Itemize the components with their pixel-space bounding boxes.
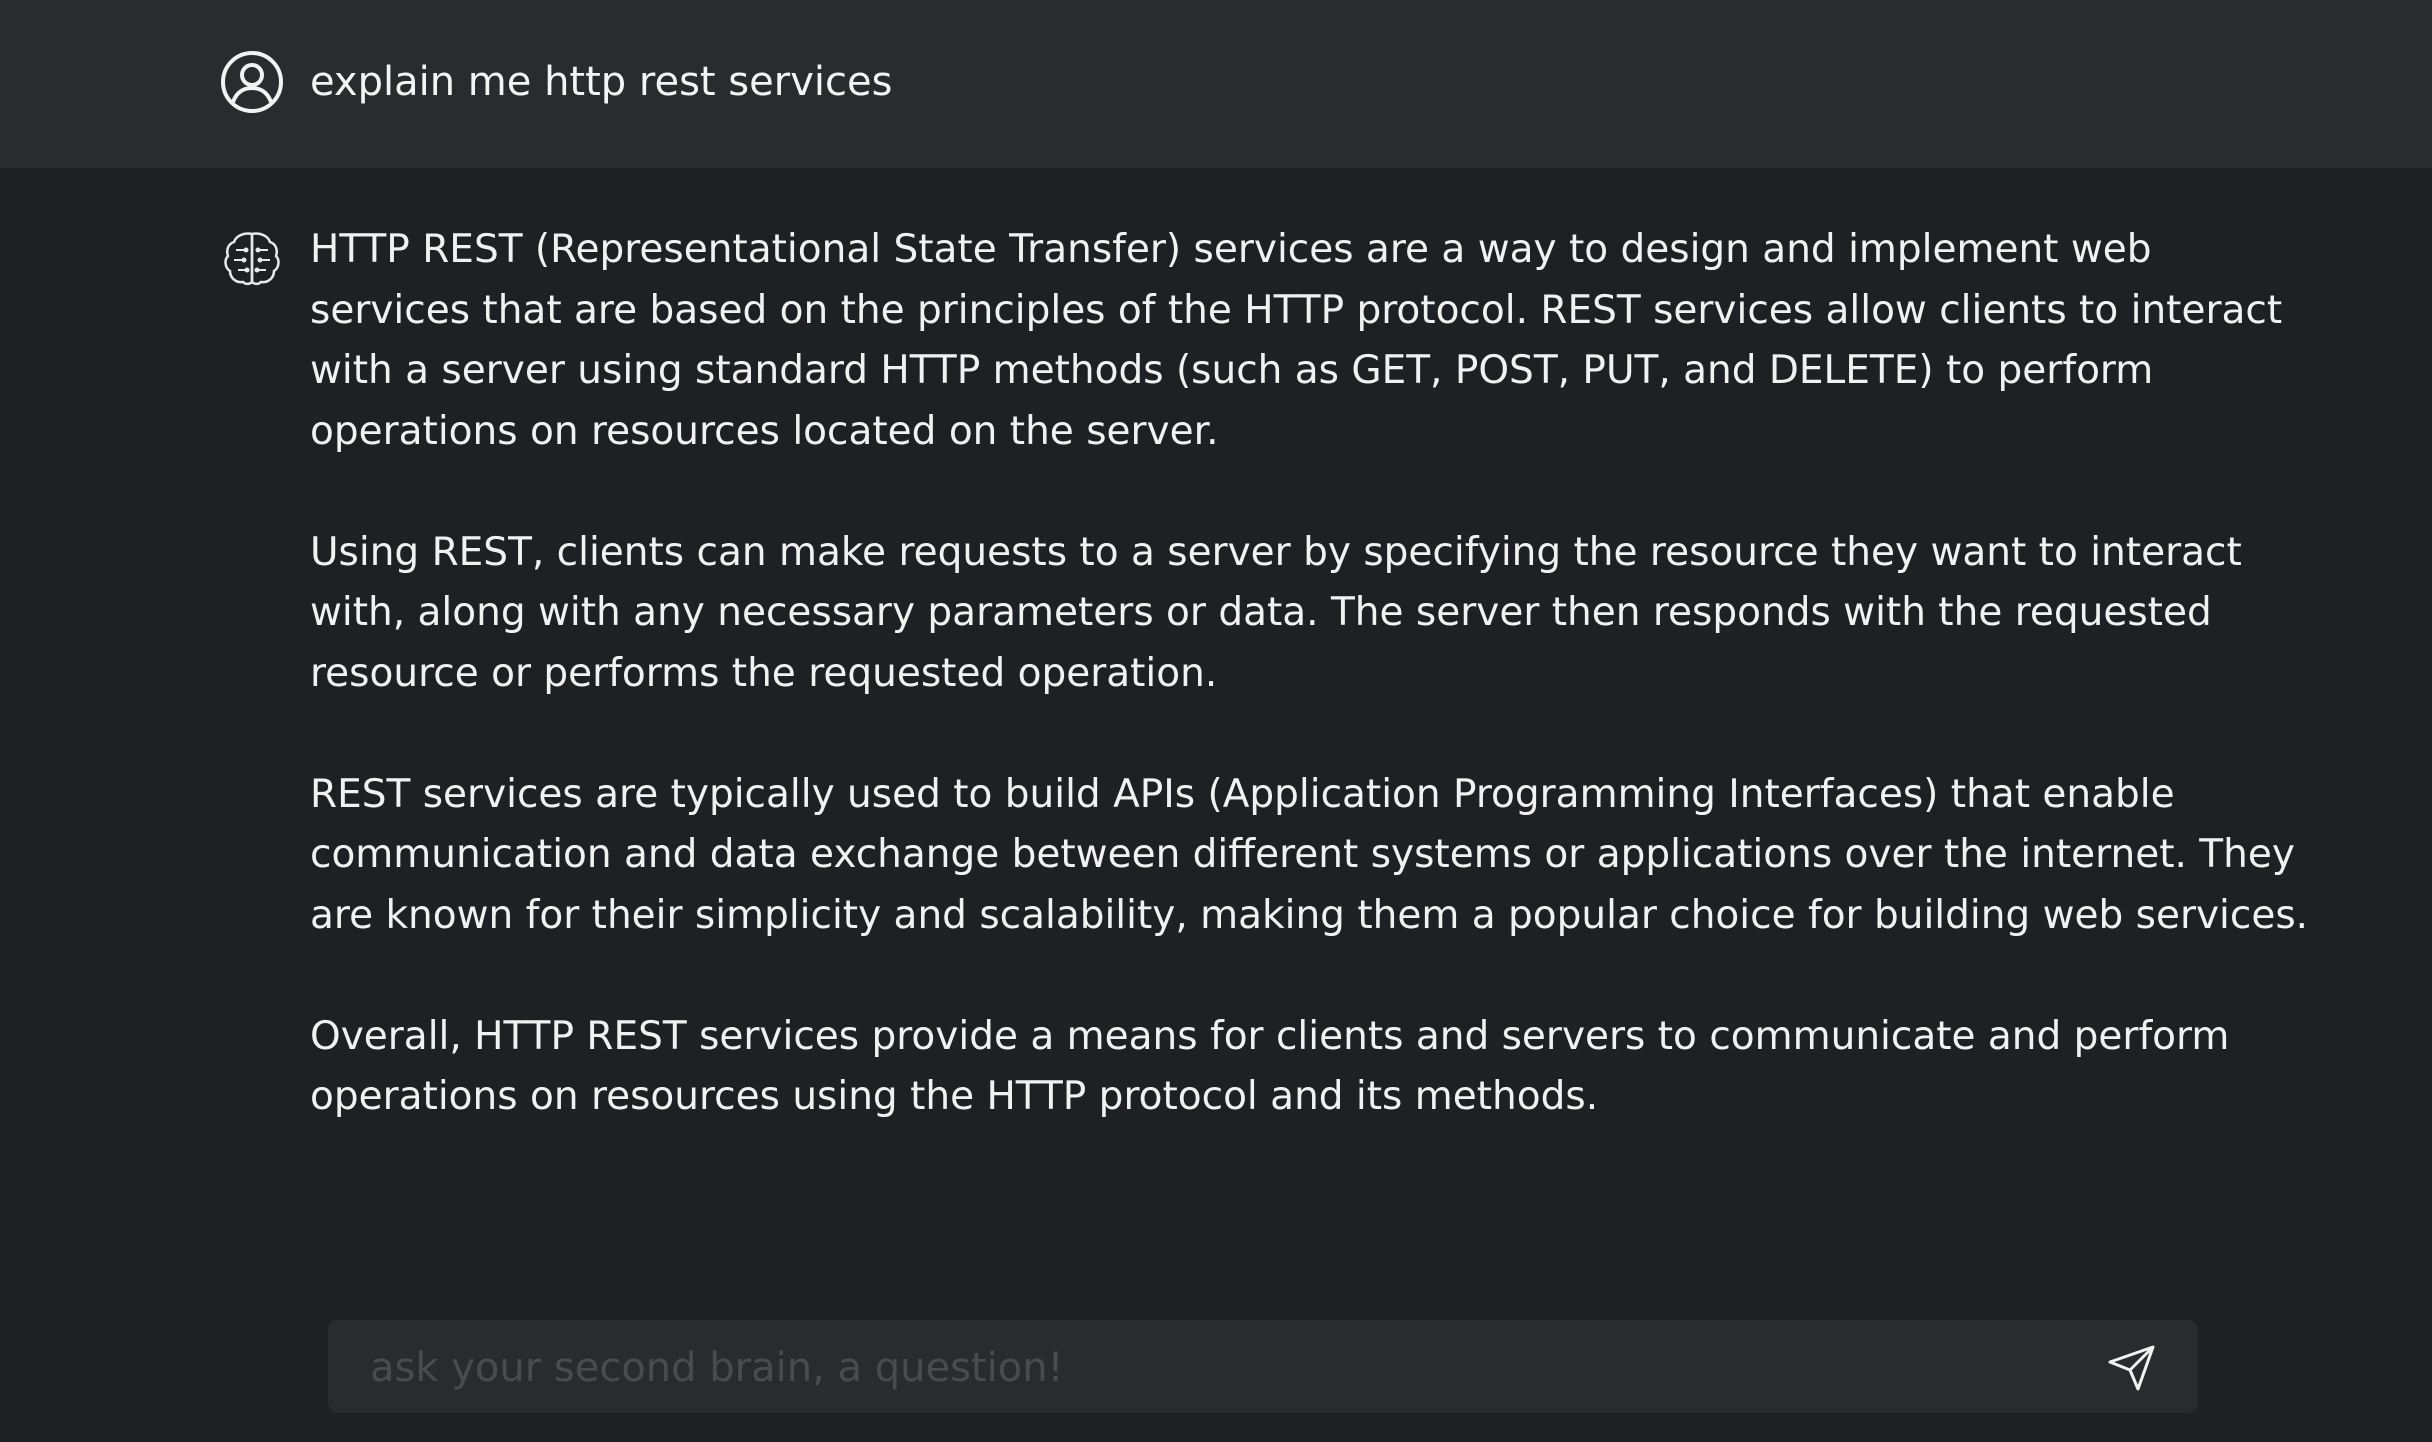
answer-paragraph: REST services are typically used to buil… <box>310 771 2309 938</box>
answer-paragraph: Overall, HTTP REST services provide a me… <box>310 1013 2230 1120</box>
assistant-answer: HTTP REST (Representational State Transf… <box>310 220 2310 1188</box>
user-circle-icon <box>221 51 283 113</box>
send-paper-plane-icon[interactable] <box>2106 1342 2158 1394</box>
brain-icon <box>224 232 280 286</box>
user-message-text: explain me http rest services <box>310 59 893 105</box>
user-message-row: explain me http rest services <box>0 0 2432 168</box>
question-input[interactable] <box>368 1320 2072 1415</box>
chat-page: explain me http rest services HTTP REST … <box>0 0 2432 1442</box>
answer-paragraph: Using REST, clients can make requests to… <box>310 529 2242 696</box>
answer-paragraph: HTTP REST (Representational State Transf… <box>310 227 2283 454</box>
question-composer <box>328 1320 2198 1415</box>
